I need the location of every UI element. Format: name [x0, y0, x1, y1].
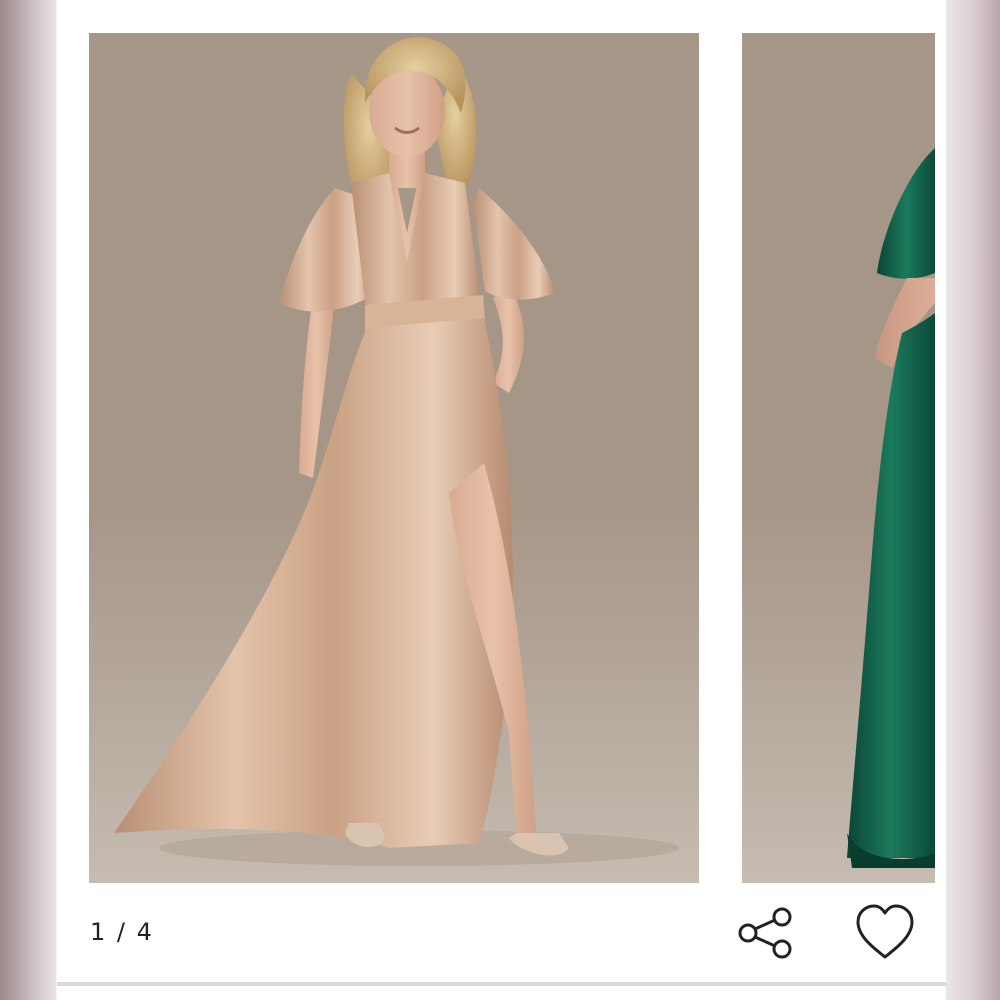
dress-photo-emerald [847, 148, 935, 868]
divider [57, 982, 946, 986]
product-image-main[interactable] [89, 33, 699, 883]
share-icon [738, 907, 792, 959]
favorite-button[interactable] [854, 902, 916, 962]
slide-counter: 1 / 4 [90, 918, 154, 946]
image-carousel[interactable] [0, 0, 1000, 900]
dress-photo-champagne [114, 37, 679, 866]
product-image-next[interactable] [742, 33, 935, 883]
heart-icon [856, 904, 914, 959]
share-button[interactable] [736, 905, 796, 961]
